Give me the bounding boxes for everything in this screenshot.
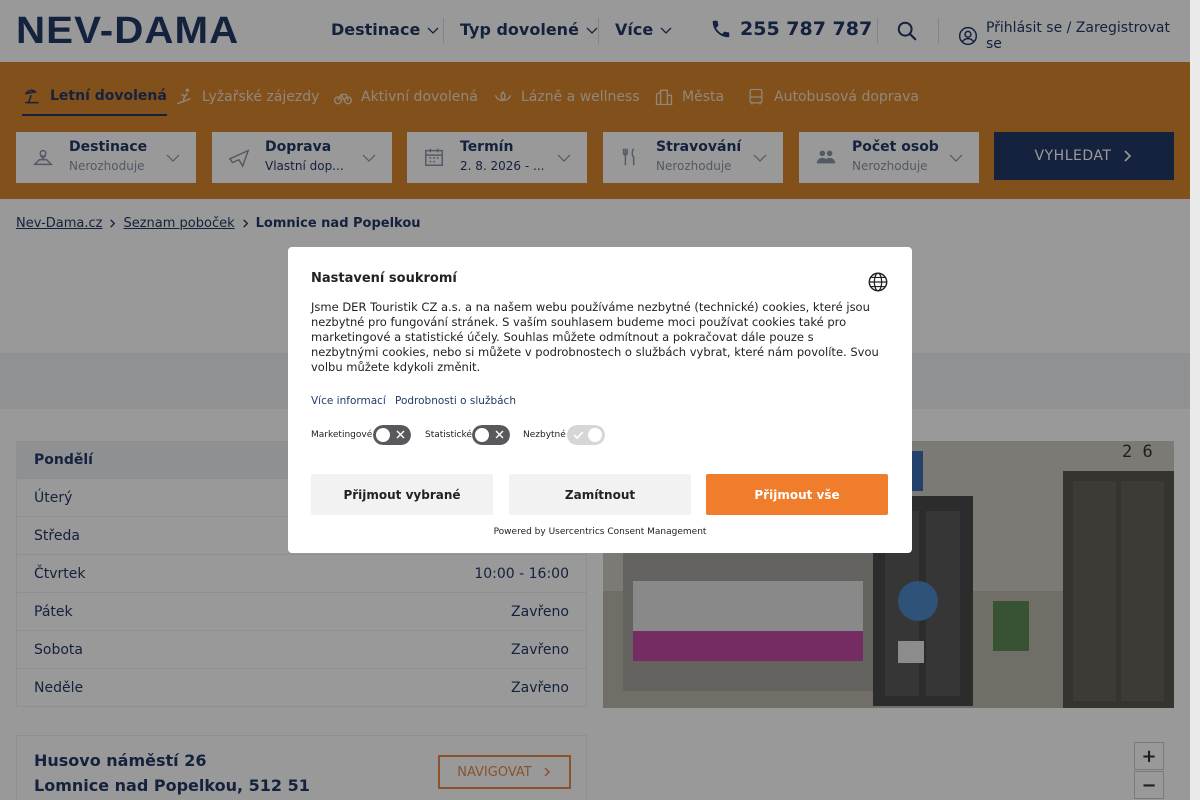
accept-all-button[interactable]: Přijmout vše: [706, 474, 888, 515]
statistics-toggle[interactable]: [472, 425, 510, 445]
marketing-toggle[interactable]: [373, 425, 411, 445]
accept-selected-button[interactable]: Přijmout vybrané: [311, 474, 493, 515]
consent-dialog: Nastavení soukromí Jsme DER Touristik CZ…: [288, 247, 912, 553]
consent-title: Nastavení soukromí: [311, 271, 457, 286]
toggle-label-necessary: Nezbytné: [523, 430, 566, 440]
toggle-label-marketing: Marketingové: [311, 430, 373, 440]
page-scrollbar[interactable]: [1190, 0, 1200, 800]
consent-powered-by: Powered by Usercentrics Consent Manageme…: [493, 527, 707, 537]
reject-button[interactable]: Zamítnout: [509, 474, 691, 515]
consent-description: Jsme DER Touristik CZ a.s. a na našem we…: [311, 300, 879, 374]
service-details-link[interactable]: Podrobnosti o službách: [395, 395, 516, 407]
globe-icon[interactable]: [867, 271, 889, 293]
more-info-link[interactable]: Více informací: [311, 395, 386, 407]
toggle-label-statistics: Statistické: [425, 430, 472, 440]
necessary-toggle: [567, 425, 605, 445]
